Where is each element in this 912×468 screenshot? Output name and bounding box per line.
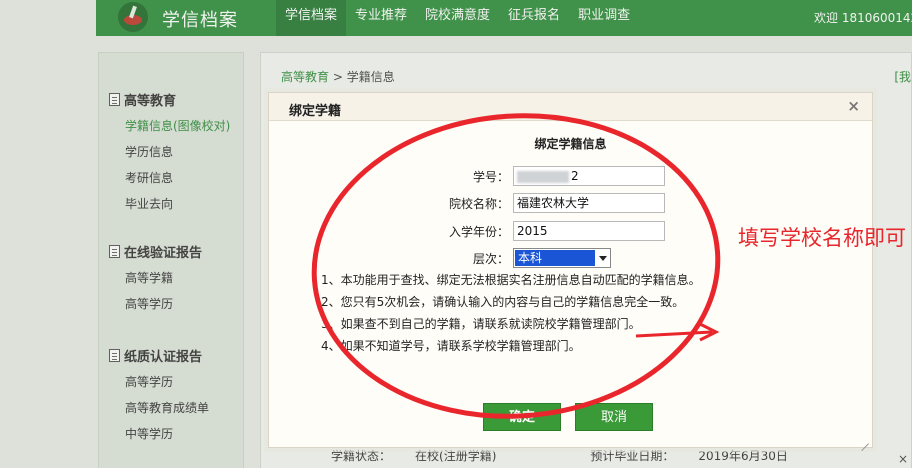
annotation-arrow-line (635, 330, 713, 338)
annotation-ellipse (311, 113, 721, 419)
corner-close-icon[interactable]: × (898, 452, 908, 466)
annotation-text: 填写学校名称即可 (738, 226, 906, 250)
